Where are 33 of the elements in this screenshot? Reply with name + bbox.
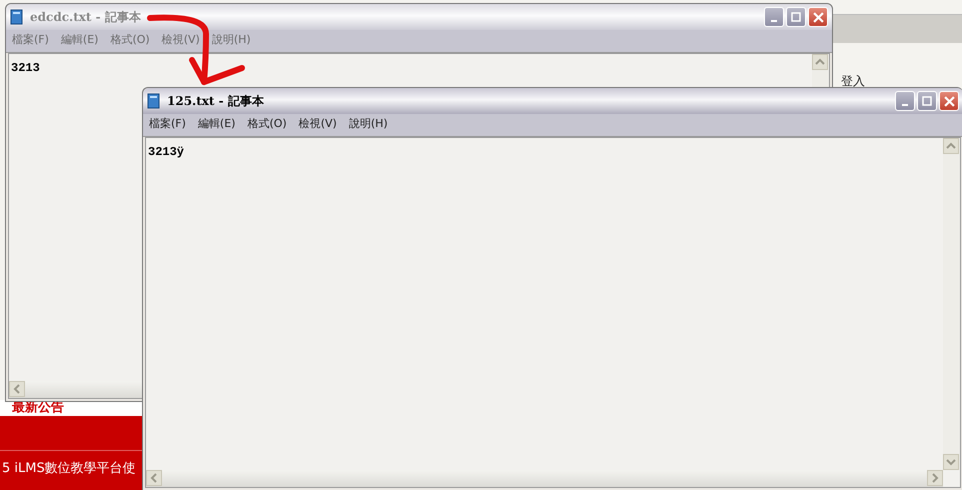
- close-icon: [944, 96, 954, 106]
- minimize-icon: [902, 104, 908, 106]
- window-title: 125.txt - 記事本: [167, 92, 265, 110]
- scroll-up-icon[interactable]: [812, 54, 828, 70]
- scroll-up-icon[interactable]: [943, 138, 959, 154]
- maximize-button[interactable]: [917, 91, 937, 111]
- minimize-button[interactable]: [895, 91, 915, 111]
- menu-item[interactable]: 說明(H): [348, 116, 388, 134]
- login-link[interactable]: 登入: [841, 73, 865, 90]
- maximize-button[interactable]: [786, 7, 806, 27]
- scroll-left-icon[interactable]: [9, 381, 25, 397]
- scroll-left-icon[interactable]: [146, 470, 162, 486]
- minimize-button[interactable]: [764, 7, 784, 27]
- scroll-right-icon[interactable]: [927, 470, 943, 486]
- document-text: 3213ÿ: [148, 145, 184, 159]
- horizontal-scrollbar[interactable]: [146, 470, 943, 487]
- window-title: edcdc.txt - 記事本: [30, 8, 142, 26]
- maximize-icon: [791, 12, 801, 22]
- vertical-scrollbar[interactable]: [943, 138, 960, 470]
- document-text: 3213: [11, 61, 40, 75]
- announcement-link[interactable]: 5 iLMS數位教學平台使: [0, 451, 145, 477]
- notepad-icon: [10, 9, 24, 25]
- close-button[interactable]: [808, 7, 828, 27]
- close-icon: [812, 12, 824, 22]
- notepad-icon: [147, 93, 161, 109]
- scroll-down-icon[interactable]: [943, 454, 959, 470]
- menu-item[interactable]: 檔案(F): [149, 116, 186, 134]
- menu-item[interactable]: 格式(O): [247, 116, 287, 134]
- minimize-icon: [771, 20, 777, 22]
- close-button[interactable]: [939, 91, 959, 111]
- maximize-icon: [922, 96, 932, 106]
- menu-item[interactable]: 檢視(V): [298, 116, 337, 134]
- menu-item[interactable]: 編輯(E): [198, 116, 236, 134]
